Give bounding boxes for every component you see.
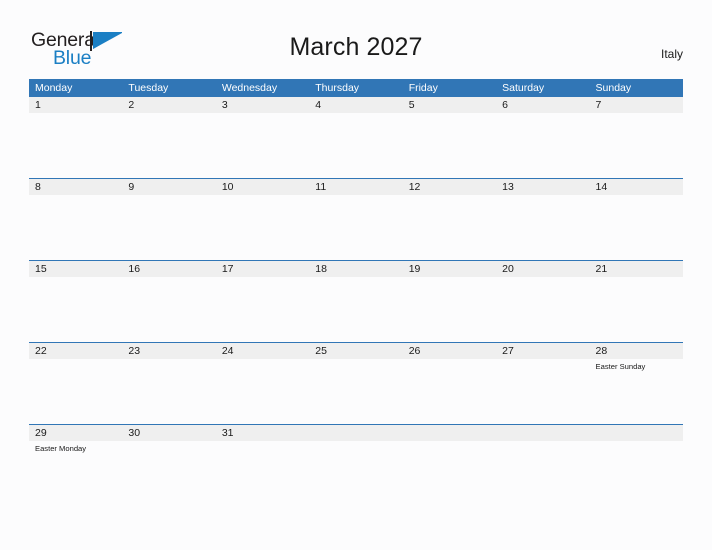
day-content-empty bbox=[590, 441, 683, 506]
weekday-header-monday: Monday bbox=[35, 82, 73, 94]
day-content-26[interactable] bbox=[403, 359, 496, 424]
day-content-14[interactable] bbox=[590, 195, 683, 260]
day-content-21[interactable] bbox=[590, 277, 683, 342]
day-number-22[interactable]: 22 bbox=[29, 343, 122, 359]
day-number-12[interactable]: 12 bbox=[403, 179, 496, 195]
day-content-31[interactable] bbox=[216, 441, 309, 506]
weekday-header-saturday: Saturday bbox=[502, 82, 545, 94]
day-content-5[interactable] bbox=[403, 113, 496, 178]
day-number-30[interactable]: 30 bbox=[122, 425, 215, 441]
day-number-row: 15 16 17 18 19 20 21 bbox=[29, 261, 683, 277]
day-number-6[interactable]: 6 bbox=[496, 97, 589, 113]
day-content-22[interactable] bbox=[29, 359, 122, 424]
day-number-17[interactable]: 17 bbox=[216, 261, 309, 277]
day-number-10[interactable]: 10 bbox=[216, 179, 309, 195]
day-content-13[interactable] bbox=[496, 195, 589, 260]
calendar-grid: Monday Tuesday Wednesday Thursday Friday Satu… bbox=[29, 79, 683, 506]
day-content-6[interactable] bbox=[496, 113, 589, 178]
day-number-5[interactable]: 5 bbox=[403, 97, 496, 113]
day-content-10[interactable] bbox=[216, 195, 309, 260]
day-content-7[interactable] bbox=[590, 113, 683, 178]
day-number-29[interactable]: 29 bbox=[29, 425, 122, 441]
page-header: General Blue March 2027 Italy bbox=[0, 0, 712, 78]
day-content-17[interactable] bbox=[216, 277, 309, 342]
calendar-week-row: 22 23 24 25 26 27 28 Easter Sunday bbox=[29, 342, 683, 424]
day-number-31[interactable]: 31 bbox=[216, 425, 309, 441]
day-content-8[interactable] bbox=[29, 195, 122, 260]
day-number-row: 8 9 10 11 12 13 14 bbox=[29, 179, 683, 195]
day-number-18[interactable]: 18 bbox=[309, 261, 402, 277]
calendar-weeks: 1 2 3 4 5 6 7 8 9 10 11 12 13 14 15 16 17 18 19 20 21 22 23 24 2… bbox=[29, 97, 683, 506]
day-content-28[interactable]: Easter Sunday bbox=[590, 359, 683, 424]
day-content-empty bbox=[309, 441, 402, 506]
day-number-23[interactable]: 23 bbox=[122, 343, 215, 359]
day-body-row bbox=[29, 277, 683, 342]
day-content-1[interactable] bbox=[29, 113, 122, 178]
day-content-27[interactable] bbox=[496, 359, 589, 424]
holiday-event-label: Easter Sunday bbox=[595, 362, 646, 371]
day-number-25[interactable]: 25 bbox=[309, 343, 402, 359]
day-content-24[interactable] bbox=[216, 359, 309, 424]
day-content-18[interactable] bbox=[309, 277, 402, 342]
day-number-9[interactable]: 9 bbox=[122, 179, 215, 195]
day-content-23[interactable] bbox=[122, 359, 215, 424]
day-content-12[interactable] bbox=[403, 195, 496, 260]
day-number-4[interactable]: 4 bbox=[309, 97, 402, 113]
day-number-1[interactable]: 1 bbox=[29, 97, 122, 113]
day-body-row: Easter Sunday bbox=[29, 359, 683, 424]
day-number-26[interactable]: 26 bbox=[403, 343, 496, 359]
page-title: March 2027 bbox=[289, 33, 423, 61]
weekday-header-friday: Friday bbox=[408, 82, 438, 94]
calendar-week-row: 29 30 31 Easter Monday bbox=[29, 424, 683, 506]
day-content-3[interactable] bbox=[216, 113, 309, 178]
day-number-3[interactable]: 3 bbox=[216, 97, 309, 113]
day-content-29[interactable]: Easter Monday bbox=[29, 441, 122, 506]
weekday-header-tuesday: Tuesday bbox=[128, 82, 169, 94]
day-number-16[interactable]: 16 bbox=[122, 261, 215, 277]
country-label: Italy bbox=[660, 47, 683, 61]
calendar-week-row: 15 16 17 18 19 20 21 bbox=[29, 260, 683, 342]
day-body-row: Easter Monday bbox=[29, 441, 683, 506]
day-content-30[interactable] bbox=[122, 441, 215, 506]
day-number-15[interactable]: 15 bbox=[29, 261, 122, 277]
weekday-header-row: Monday Tuesday Wednesday Thursday Friday Satu… bbox=[29, 79, 683, 97]
day-content-empty bbox=[496, 441, 589, 506]
day-number-row: 22 23 24 25 26 27 28 bbox=[29, 343, 683, 359]
day-number-19[interactable]: 19 bbox=[403, 261, 496, 277]
day-content-2[interactable] bbox=[122, 113, 215, 178]
day-body-row bbox=[29, 113, 683, 178]
day-number-20[interactable]: 20 bbox=[496, 261, 589, 277]
day-number-21[interactable]: 21 bbox=[590, 261, 683, 277]
day-content-16[interactable] bbox=[122, 277, 215, 342]
day-number-24[interactable]: 24 bbox=[216, 343, 309, 359]
day-number-row: 1234567 bbox=[29, 97, 683, 113]
day-content-25[interactable] bbox=[309, 359, 402, 424]
weekday-header-wednesday: Wednesday bbox=[221, 82, 278, 94]
day-content-4[interactable] bbox=[309, 113, 402, 178]
holiday-event-label: Easter Monday bbox=[35, 444, 87, 453]
calendar-week-row: 1234567 bbox=[29, 97, 683, 178]
day-number-7[interactable]: 7 bbox=[590, 97, 683, 113]
day-content-empty bbox=[403, 441, 496, 506]
day-number-8[interactable]: 8 bbox=[29, 179, 122, 195]
day-number-2[interactable]: 2 bbox=[122, 97, 215, 113]
calendar-page: General Blue March 2027 Italy Monday Tues… bbox=[0, 0, 712, 550]
day-number-27[interactable]: 27 bbox=[496, 343, 589, 359]
day-number-28[interactable]: 28 bbox=[590, 343, 683, 359]
day-content-11[interactable] bbox=[309, 195, 402, 260]
day-number-11[interactable]: 11 bbox=[309, 179, 402, 195]
calendar-week-row: 8 9 10 11 12 13 14 bbox=[29, 178, 683, 260]
day-content-20[interactable] bbox=[496, 277, 589, 342]
day-number-14[interactable]: 14 bbox=[590, 179, 683, 195]
day-content-15[interactable] bbox=[29, 277, 122, 342]
weekday-header-thursday: Thursday bbox=[315, 82, 360, 94]
day-body-row bbox=[29, 195, 683, 260]
day-number-row: 29 30 31 bbox=[29, 425, 683, 441]
day-content-19[interactable] bbox=[403, 277, 496, 342]
day-number-13[interactable]: 13 bbox=[496, 179, 589, 195]
day-content-9[interactable] bbox=[122, 195, 215, 260]
weekday-header-sunday: Sunday bbox=[595, 82, 632, 94]
